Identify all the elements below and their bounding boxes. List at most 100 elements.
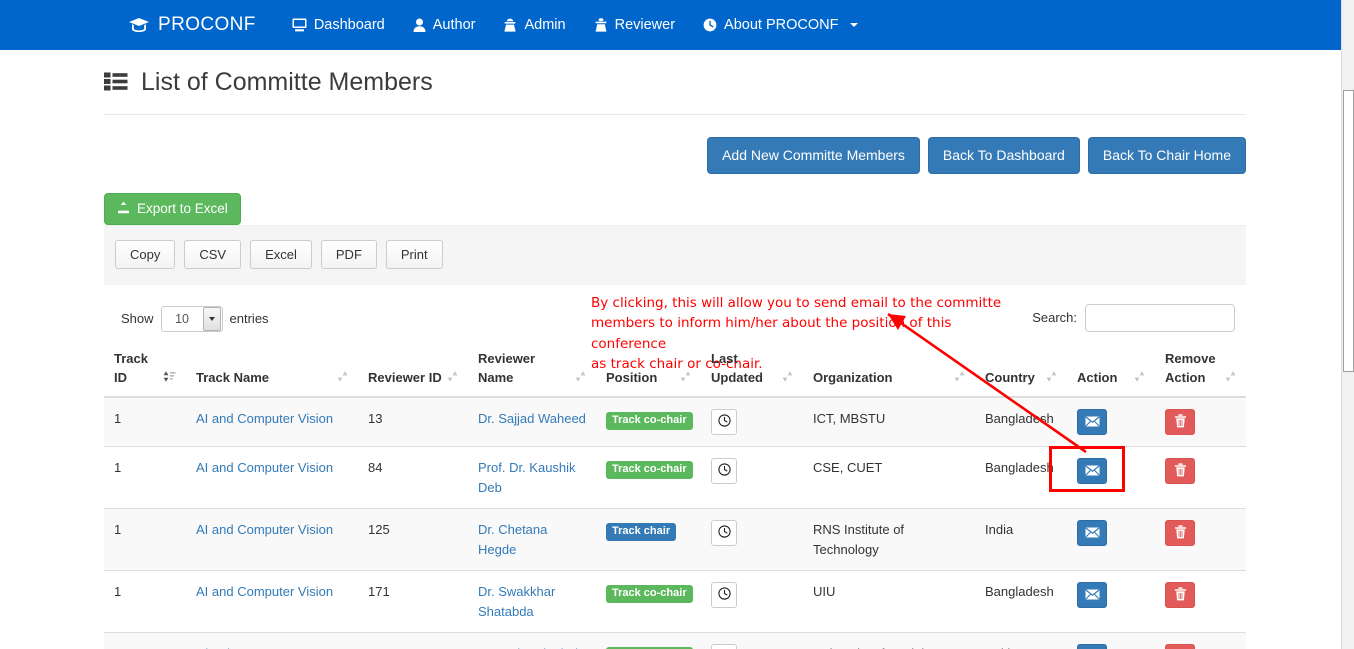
cell-reviewer-id: 13 (358, 396, 468, 447)
print-button[interactable]: Print (385, 239, 443, 269)
cell-organization: ICT, MBSTU (803, 396, 975, 447)
chevron-down-icon (850, 23, 859, 27)
last-updated-clock-button[interactable] (711, 409, 737, 436)
reviewer-name-link[interactable]: Dr. Chetana Hegde (478, 522, 547, 557)
send-email-button[interactable] (1077, 520, 1107, 547)
brand-logo[interactable]: PROCONF (128, 14, 256, 36)
clock-icon (717, 414, 731, 430)
page-header: List of Committe Members (104, 50, 1246, 115)
th-reviewer-id[interactable]: Reviewer ID (358, 341, 468, 399)
navbar-items: Dashboard Author Admin Reviewer About PR… (278, 0, 873, 50)
back-to-chair-home-button[interactable]: Back To Chair Home (1087, 137, 1246, 174)
datatable-controls: Show 10 entries By clicking, this will a… (104, 292, 1246, 372)
cell-organization: UIU (803, 570, 975, 633)
nav-item-admin[interactable]: Admin (489, 0, 579, 50)
nav-label: Dashboard (313, 17, 385, 33)
nav-item-dashboard[interactable]: Dashboard (278, 0, 399, 50)
th-action[interactable]: Action (1067, 341, 1155, 399)
delete-member-button[interactable] (1165, 409, 1195, 436)
th-position[interactable]: Position (596, 341, 701, 399)
desktop-icon (292, 18, 307, 32)
table-row: 1 AI and Computer Vision 13 Dr. Sajjad Wahe… (104, 396, 1246, 447)
cell-track-name: AI and Computer Vision (186, 396, 358, 447)
track-name-link[interactable]: AI and Computer Vision (196, 584, 333, 599)
track-name-link[interactable]: AI and Computer Vision (196, 460, 333, 475)
clock-icon (717, 525, 731, 541)
cell-action (1067, 632, 1155, 649)
cell-track-name: Cloud, Computer (186, 632, 358, 649)
entries-value: 10 (175, 311, 189, 326)
envelope-icon (1085, 464, 1100, 479)
reviewer-name-link[interactable]: Dr. Sajjad Waheed (478, 411, 586, 426)
user-icon (413, 18, 426, 32)
cell-organization: RNS Institute of Technology (803, 508, 975, 571)
th-track-name[interactable]: Track Name (186, 341, 358, 399)
table-header-row: Track ID Track Name Reviewer ID Reviewer… (104, 341, 1246, 399)
search-input[interactable] (1085, 303, 1235, 332)
cell-reviewer-name: Dr. Chetana Hegde (468, 508, 596, 571)
pdf-button[interactable]: PDF (320, 239, 377, 269)
reviewer-name-link[interactable]: Prof. Dr. Kaushik Deb (478, 460, 576, 495)
th-last-updated[interactable]: Last Updated (701, 341, 803, 399)
nav-label: Admin (524, 17, 566, 33)
cell-last-updated (701, 396, 803, 447)
track-name-link[interactable]: AI and Computer Vision (196, 411, 333, 426)
cell-track-name: AI and Computer Vision (186, 446, 358, 509)
back-to-dashboard-button[interactable]: Back To Dashboard (927, 137, 1080, 174)
cell-remove-action (1155, 632, 1246, 649)
top-action-buttons: Add New Committe Members Back To Dashboa… (104, 137, 1246, 174)
delete-member-button[interactable] (1165, 644, 1195, 649)
vertical-scrollbar[interactable] (1341, 0, 1354, 649)
cell-remove-action (1155, 570, 1246, 633)
sort-icon (447, 370, 458, 387)
th-remove-action[interactable]: Remove Action (1155, 341, 1246, 399)
send-email-button[interactable] (1077, 644, 1107, 649)
cell-country: Pakistan (975, 632, 1067, 649)
table-row: 1 AI and Computer Vision 125 Dr. Chetana He… (104, 508, 1246, 571)
sort-icon (337, 370, 348, 387)
cell-remove-action (1155, 446, 1246, 509)
cell-last-updated (701, 632, 803, 649)
cell-last-updated (701, 508, 803, 571)
add-new-committe-members-button[interactable]: Add New Committe Members (707, 137, 920, 174)
excel-button[interactable]: Excel (250, 239, 312, 269)
cell-position: Track chair (596, 508, 701, 571)
delete-member-button[interactable] (1165, 458, 1195, 485)
sort-icon (954, 370, 965, 387)
th-organization[interactable]: Organization (803, 341, 975, 399)
export-to-excel-button[interactable]: Export to Excel (104, 192, 241, 225)
delete-member-button[interactable] (1165, 520, 1195, 547)
entries-per-page-select[interactable]: 10 (160, 305, 223, 332)
th-reviewer-name[interactable]: Reviewer Name (468, 341, 596, 399)
clock-o-icon (703, 18, 717, 32)
last-updated-clock-button[interactable] (711, 644, 737, 649)
last-updated-clock-button[interactable] (711, 458, 737, 485)
send-email-button[interactable] (1077, 582, 1107, 609)
entries-length-control: Show 10 entries (121, 305, 269, 332)
nav-item-reviewer[interactable]: Reviewer (580, 0, 689, 50)
track-name-link[interactable]: AI and Computer Vision (196, 522, 333, 537)
envelope-icon (1085, 415, 1100, 430)
scrollbar-thumb[interactable] (1343, 90, 1354, 372)
sort-icon (1225, 370, 1236, 387)
cell-remove-action (1155, 396, 1246, 447)
cell-reviewer-name: Dr. Waheed Iqbal (468, 632, 596, 649)
cell-reviewer-id: 171 (358, 570, 468, 633)
send-email-button[interactable] (1077, 409, 1107, 436)
copy-button[interactable]: Copy (115, 239, 176, 269)
sort-asc-icon (163, 370, 176, 387)
page-root: PROCONF Dashboard Author Admin Reviewer … (0, 0, 1354, 649)
clock-icon (717, 463, 731, 479)
send-email-button[interactable] (1077, 458, 1107, 485)
csv-button[interactable]: CSV (184, 239, 242, 269)
delete-member-button[interactable] (1165, 582, 1195, 609)
datatable-export-buttons: Copy CSV Excel PDF Print (115, 239, 1246, 269)
last-updated-clock-button[interactable] (711, 582, 737, 609)
last-updated-clock-button[interactable] (711, 520, 737, 547)
nav-item-author[interactable]: Author (399, 0, 490, 50)
th-country[interactable]: Country (975, 341, 1067, 399)
nav-item-about-proconf[interactable]: About PROCONF (689, 0, 872, 50)
cell-track-name: AI and Computer Vision (186, 570, 358, 633)
th-track-id[interactable]: Track ID (104, 341, 186, 399)
reviewer-name-link[interactable]: Dr. Swakkhar Shatabda (478, 584, 555, 619)
